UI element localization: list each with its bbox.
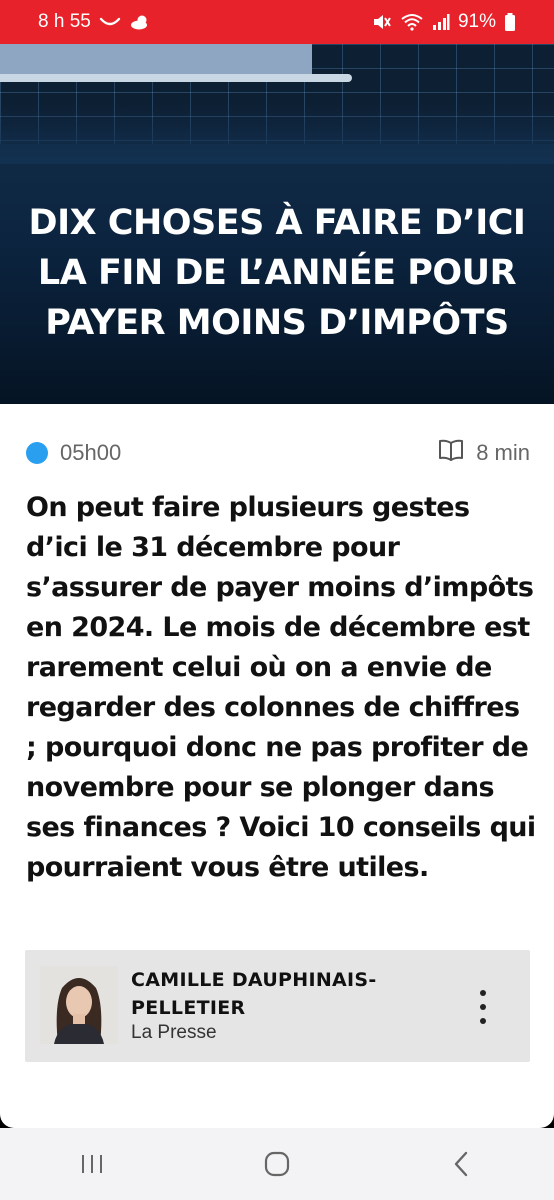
article-meta: 05h00 8 min [26, 438, 530, 468]
battery-icon [504, 13, 516, 31]
hero-banner: DIX CHOSES À FAIRE D’ICI LA FIN DE L’ANN… [0, 44, 554, 404]
article-title-line: DIX CHOSES À FAIRE D’ICI [28, 203, 526, 243]
hero-background-panel [0, 44, 312, 74]
weather-icon [129, 13, 151, 31]
author-name[interactable]: CAMILLE DAUPHINAIS- PELLETIER [131, 966, 431, 1022]
recent-apps-icon[interactable] [62, 1134, 122, 1194]
author-name-line: CAMILLE DAUPHINAIS- [131, 969, 377, 991]
article-title: DIX CHOSES À FAIRE D’ICI LA FIN DE L’ANN… [0, 198, 554, 348]
book-icon [438, 439, 464, 467]
article-content: 05h00 8 min On peut faire plusieurs gest… [0, 404, 554, 1128]
mute-icon [372, 13, 392, 31]
next-section-peek [26, 1104, 526, 1128]
smile-icon [99, 15, 121, 29]
article-lead: On peut faire plusieurs gestes d’ici le … [26, 492, 536, 883]
status-time: 8 h 55 [38, 11, 91, 32]
read-time: 8 min [476, 440, 530, 465]
author-publication: La Presse [131, 1022, 217, 1043]
home-icon[interactable] [247, 1134, 307, 1194]
system-nav-bar [0, 1128, 554, 1200]
more-options-icon[interactable] [471, 990, 495, 1024]
author-name-line: PELLETIER [131, 997, 246, 1019]
article-title-line: LA FIN DE L’ANNÉE POUR [37, 253, 517, 293]
signal-icon [432, 13, 450, 31]
author-card[interactable]: CAMILLE DAUPHINAIS- PELLETIER La Presse [25, 950, 530, 1062]
article-title-line: PAYER MOINS D’IMPÔTS [45, 303, 509, 343]
battery-level: 91% [457, 11, 496, 32]
back-icon[interactable] [432, 1134, 492, 1194]
hero-background-fade [0, 104, 554, 164]
avatar [40, 966, 118, 1044]
wifi-icon [400, 13, 424, 31]
publish-time: 05h00 [60, 440, 122, 465]
new-indicator-dot [26, 442, 48, 464]
status-bar: 8 h 55 91% [0, 0, 554, 44]
hero-background-bar [0, 74, 352, 82]
